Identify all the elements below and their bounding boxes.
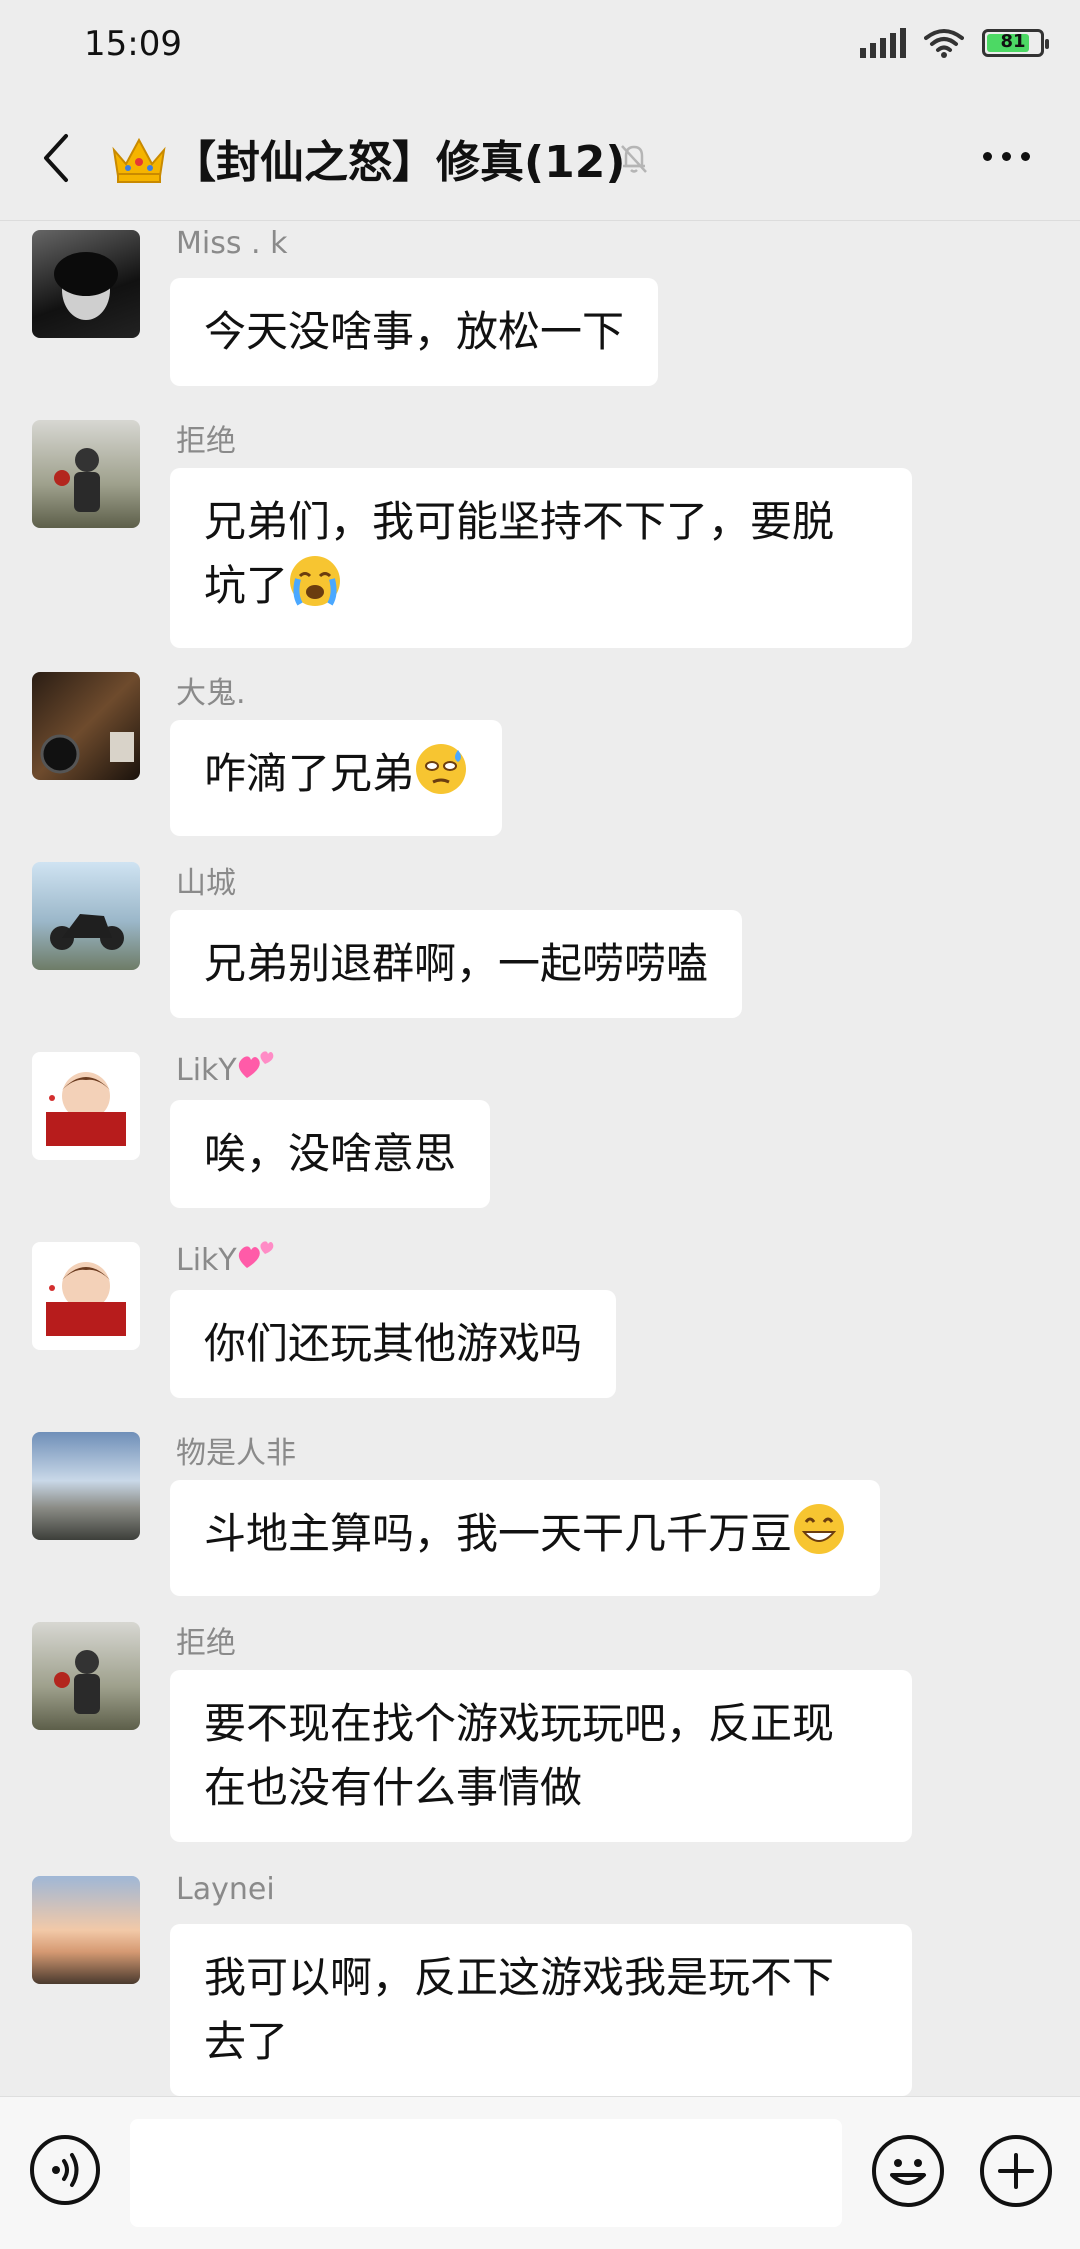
message-text-line: 去了 [204, 2017, 289, 2066]
message-bubble[interactable]: 斗地主算吗，我一天干几千万豆 [170, 1480, 881, 1596]
message-bubble[interactable]: 兄弟别退群啊，一起唠唠嗑 [170, 910, 743, 1018]
avatar[interactable] [32, 1242, 140, 1350]
sender-name: 山城 [176, 866, 236, 901]
avatar[interactable] [32, 1052, 140, 1160]
flushed-sweat-face-icon [414, 742, 468, 814]
sender-name: 拒绝 [176, 1626, 236, 1661]
message-text: 今天没啥事，放松一下 [204, 307, 625, 356]
message-bubble[interactable]: 今天没啥事，放松一下 [170, 278, 659, 386]
sender-name: Miss . k [176, 226, 288, 261]
bell-muted-icon [621, 145, 647, 173]
status-time: 15:09 [84, 24, 182, 64]
sender-name: 物是人非 [176, 1436, 296, 1471]
message-bubble[interactable]: 唉，没啥意思 [170, 1100, 491, 1208]
avatar[interactable] [32, 420, 140, 528]
message-text: 你们还玩其他游戏吗 [204, 1319, 583, 1368]
message-bubble[interactable]: 我可以啊，反正这游戏我是玩不下 去了 [170, 1924, 912, 2096]
avatar[interactable] [32, 1432, 140, 1540]
message-text-line: 我可以啊，反正这游戏我是玩不下 [204, 1953, 835, 2002]
battery-icon: 81 [982, 29, 1049, 57]
voice-icon[interactable] [30, 2135, 100, 2205]
back-arrow-icon[interactable] [38, 130, 74, 186]
two-hearts-icon [237, 1051, 277, 1088]
message-text-line: 坑了 [204, 561, 289, 610]
message-text-line: 要不现在找个游戏玩玩吧，反正现 [204, 1699, 835, 1748]
sender-name: 拒绝 [176, 424, 236, 459]
sender-name: 大鬼. [176, 676, 246, 711]
chat-header: 【封仙之怒】修真(12) [0, 96, 1080, 221]
loudly-crying-face-icon [288, 554, 342, 626]
status-bar: 15:09 81 [0, 0, 1080, 96]
input-bar [0, 2096, 1080, 2249]
smile-icon[interactable] [872, 2135, 944, 2207]
signal-icon [860, 28, 906, 58]
grinning-face-icon [792, 1502, 846, 1574]
message-input[interactable] [130, 2119, 842, 2227]
avatar[interactable] [32, 230, 140, 338]
wifi-icon [924, 29, 964, 58]
message-text-line: 在也没有什么事情做 [204, 1763, 583, 1812]
plus-icon[interactable] [980, 2135, 1052, 2207]
message-text: 咋滴了兄弟 [204, 749, 415, 798]
more-dots-icon[interactable] [983, 152, 1030, 161]
message-bubble[interactable]: 咋滴了兄弟 [170, 720, 503, 836]
message-bubble[interactable]: 你们还玩其他游戏吗 [170, 1290, 617, 1398]
avatar[interactable] [32, 1622, 140, 1730]
message-text: 斗地主算吗，我一天干几千万豆 [204, 1509, 793, 1558]
avatar[interactable] [32, 862, 140, 970]
sender-name: LikY [176, 1048, 277, 1088]
battery-percent: 81 [1000, 31, 1026, 52]
message-text: 唉，没啥意思 [204, 1129, 457, 1178]
message-bubble[interactable]: 兄弟们，我可能坚持不下了，要脱 坑了 [170, 468, 912, 648]
two-hearts-icon [237, 1241, 277, 1278]
avatar[interactable] [32, 1876, 140, 1984]
avatar[interactable] [32, 672, 140, 780]
message-text-line: 兄弟们，我可能坚持不下了，要脱 [204, 497, 835, 546]
sender-name: LikY [176, 1238, 277, 1278]
message-text: 兄弟别退群啊，一起唠唠嗑 [204, 939, 709, 988]
crown-icon [112, 137, 166, 183]
chat-title: 【封仙之怒】修真(12) [172, 137, 626, 188]
message-bubble[interactable]: 要不现在找个游戏玩玩吧，反正现 在也没有什么事情做 [170, 1670, 912, 1842]
status-icons: 81 [860, 28, 1049, 58]
sender-name: Laynei [176, 1872, 275, 1907]
